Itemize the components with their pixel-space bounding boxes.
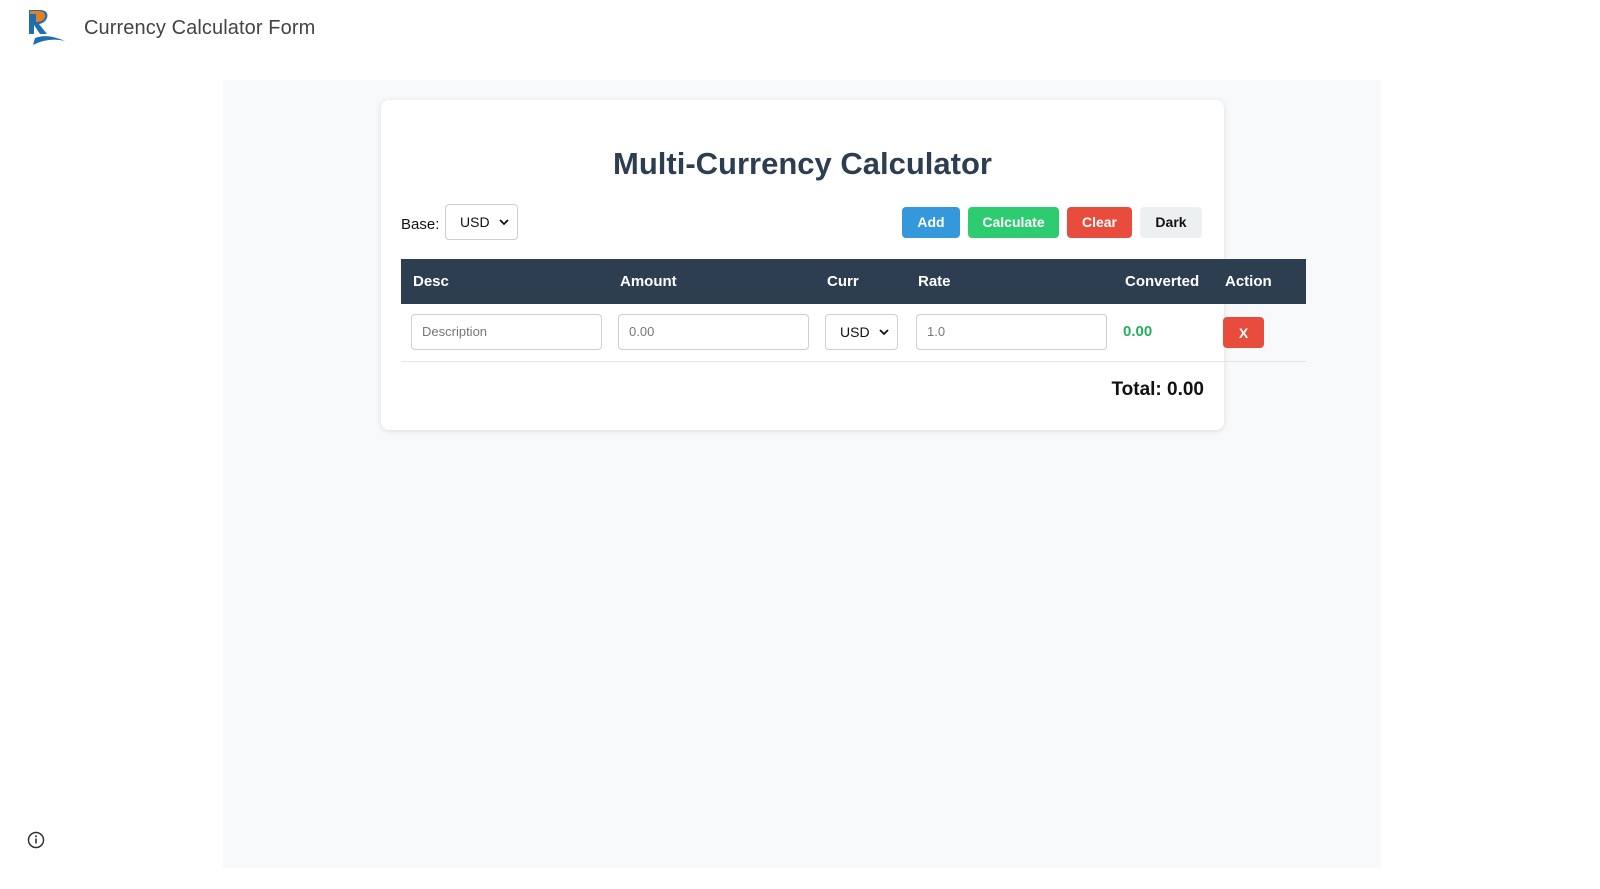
top-bar: Currency Calculator Form bbox=[0, 0, 1600, 60]
rate-input[interactable]: 1.0 bbox=[916, 314, 1107, 351]
calculate-button[interactable]: Calculate bbox=[968, 207, 1059, 238]
converted-value: 0.00 bbox=[1123, 323, 1153, 341]
column-header-converted: Converted bbox=[1113, 259, 1213, 304]
currency-table: Desc Amount Curr Rate Converted Action D… bbox=[401, 259, 1306, 362]
add-button[interactable]: Add bbox=[902, 207, 960, 238]
row-currency-value: USD bbox=[840, 324, 870, 341]
card-title: Multi-Currency Calculator bbox=[613, 146, 992, 181]
desc-cell: Description bbox=[401, 304, 608, 362]
total-display: Total: 0.00 bbox=[1111, 379, 1204, 400]
base-currency-value: USD bbox=[460, 214, 490, 230]
main-stage: Multi-Currency Calculator Base: USD Add … bbox=[223, 80, 1381, 868]
brand-logo-icon bbox=[29, 10, 65, 45]
base-currency-select[interactable]: USD bbox=[445, 204, 518, 240]
column-header-curr: Curr bbox=[815, 259, 906, 304]
chevron-down-icon bbox=[879, 329, 889, 336]
rate-cell: 1.0 bbox=[906, 304, 1113, 362]
dark-mode-button[interactable]: Dark bbox=[1140, 207, 1202, 238]
column-header-amount: Amount bbox=[608, 259, 815, 304]
calculator-card: Multi-Currency Calculator Base: USD Add … bbox=[381, 100, 1306, 430]
clear-button[interactable]: Clear bbox=[1067, 207, 1132, 238]
converted-cell: 0.00 bbox=[1113, 304, 1213, 362]
chevron-down-icon bbox=[499, 219, 509, 226]
delete-row-button[interactable]: X bbox=[1223, 316, 1264, 348]
base-label: Base: bbox=[401, 216, 440, 233]
description-input[interactable]: Description bbox=[411, 314, 602, 351]
column-header-desc: Desc bbox=[401, 259, 608, 304]
action-cell: X bbox=[1213, 304, 1306, 362]
column-header-action: Action bbox=[1213, 259, 1306, 304]
row-currency-select[interactable]: USD bbox=[825, 314, 898, 351]
table-row: Description 0.00 USD 1.0 0.00 X bbox=[401, 304, 1306, 362]
info-icon[interactable] bbox=[27, 831, 45, 849]
amount-input[interactable]: 0.00 bbox=[618, 314, 809, 351]
currency-cell: USD bbox=[815, 304, 906, 362]
table-header-row: Desc Amount Curr Rate Converted Action bbox=[401, 259, 1306, 304]
app-title: Currency Calculator Form bbox=[84, 17, 316, 39]
amount-cell: 0.00 bbox=[608, 304, 815, 362]
column-header-rate: Rate bbox=[906, 259, 1113, 304]
